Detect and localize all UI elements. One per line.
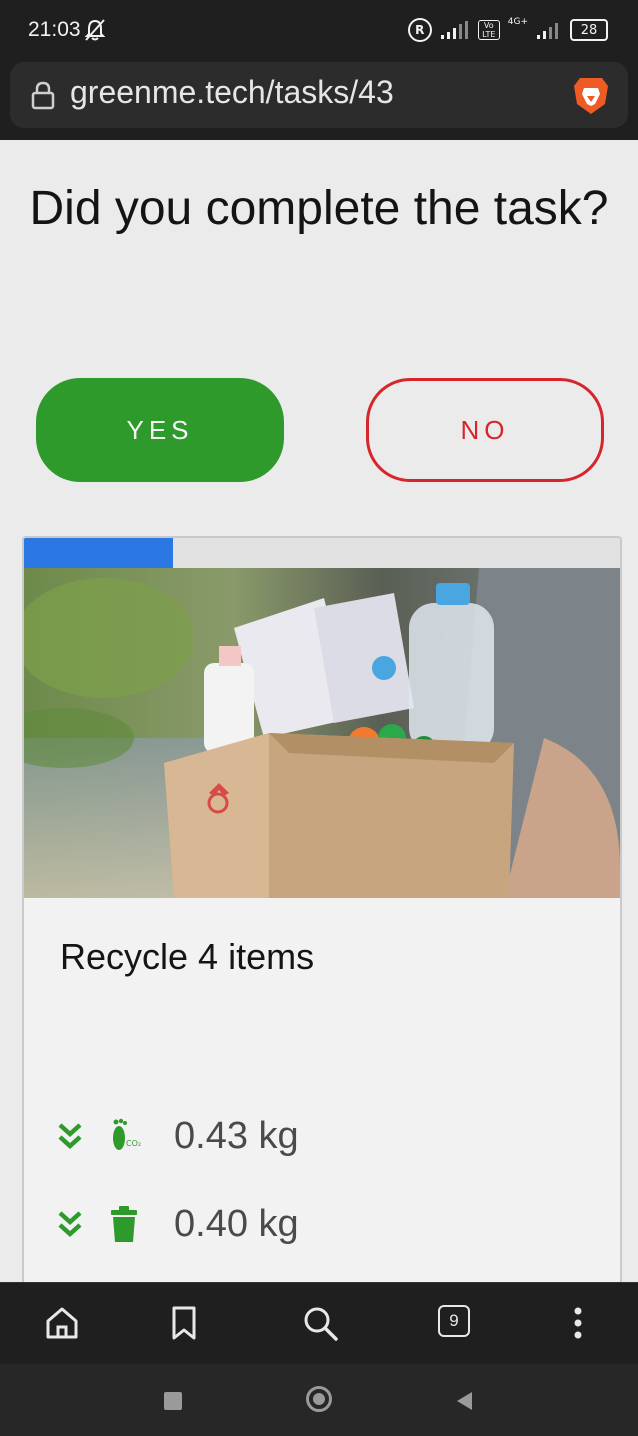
co2-footprint-icon: CO₂ (113, 1118, 141, 1150)
more-menu-icon[interactable] (558, 1303, 598, 1343)
browser-bottom-nav: 9 (0, 1282, 638, 1365)
signal-icon-2 (537, 23, 558, 39)
status-indicators: R Vo LTE 4G+ 28 (407, 17, 608, 42)
progress-fill (24, 538, 173, 568)
page-content: Did you complete the task? YES NO Recycl… (0, 140, 638, 1282)
no-button[interactable]: NO (366, 378, 604, 482)
task-title: Recycle 4 items (60, 936, 315, 977)
registered-badge: R (407, 18, 432, 42)
brave-lion-icon[interactable] (572, 74, 610, 116)
recycling-box-photo (24, 568, 620, 898)
recents-button[interactable] (164, 1392, 182, 1410)
search-icon[interactable] (300, 1303, 340, 1343)
url-text[interactable]: greenme.tech/tasks/43 (70, 74, 394, 111)
double-chevron-down-icon (58, 1211, 82, 1238)
signal-icon (440, 21, 468, 39)
bookmark-icon[interactable] (164, 1303, 204, 1343)
svg-text:CO₂: CO₂ (126, 1139, 141, 1148)
home-button[interactable] (306, 1386, 332, 1412)
page-title: Did you complete the task? (29, 182, 609, 235)
double-chevron-down-icon (58, 1123, 82, 1150)
trash-icon (111, 1206, 137, 1242)
metric-value: 0.40 kg (174, 1202, 299, 1245)
status-time: 21:03 (28, 18, 81, 41)
lock-icon (31, 81, 55, 110)
status-bar: 21:03 R Vo LTE 4G+ 28 (0, 0, 638, 62)
bell-muted-icon (84, 19, 106, 41)
system-nav-bar (0, 1364, 638, 1436)
progress-bar (24, 538, 620, 568)
home-icon[interactable] (42, 1303, 82, 1343)
url-box[interactable]: greenme.tech/tasks/43 (10, 62, 628, 128)
volte-badge: Vo LTE (477, 20, 500, 40)
task-card: Recycle 4 items CO₂ 0.43 kg 0.40 kg (22, 536, 622, 1282)
back-icon[interactable] (454, 1390, 474, 1412)
yes-button[interactable]: YES (36, 378, 284, 482)
battery-icon: 28 (570, 19, 608, 41)
browser-address-bar: greenme.tech/tasks/43 (0, 62, 638, 140)
tab-count-button[interactable]: 9 (438, 1305, 470, 1337)
metric-waste: 0.40 kg (56, 1200, 299, 1248)
metric-co2: CO₂ 0.43 kg (56, 1112, 299, 1160)
network-type: 4G+ (507, 17, 528, 27)
metric-value: 0.43 kg (174, 1114, 299, 1157)
